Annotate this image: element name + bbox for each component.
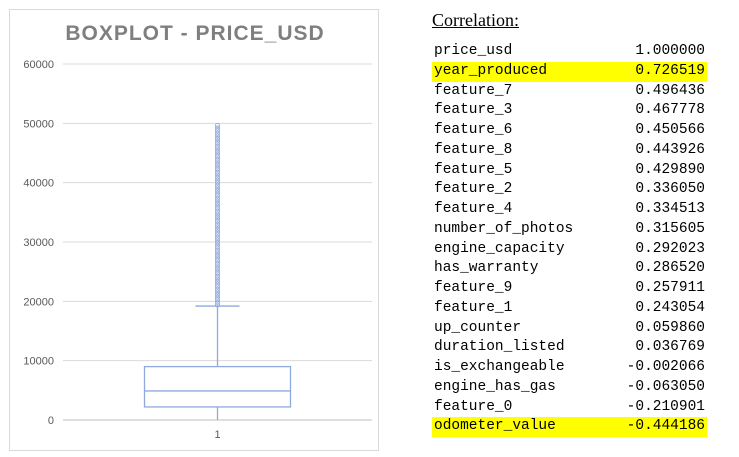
y-tick-label: 40000 <box>23 178 54 190</box>
correlation-feature-name: feature_7 <box>434 82 513 99</box>
correlation-value: 0.292023 <box>635 240 705 257</box>
correlation-row: year_produced 0.726519 <box>432 61 707 82</box>
correlation-row: feature_6 0.450566 <box>432 121 707 141</box>
correlation-row: number_of_photos 0.315605 <box>432 220 707 240</box>
correlation-value: -0.444186 <box>626 418 705 435</box>
correlation-feature-name: feature_3 <box>434 102 513 119</box>
correlation-value: -0.210901 <box>626 398 705 415</box>
correlation-value: 0.726519 <box>635 62 705 79</box>
correlation-feature-name: odometer_value <box>434 418 556 435</box>
correlation-row: feature_8 0.443926 <box>432 141 707 161</box>
correlation-value: 0.336050 <box>635 181 705 198</box>
y-tick-label: 60000 <box>23 59 54 71</box>
correlation-feature-name: feature_2 <box>434 181 513 198</box>
y-tick-label: 10000 <box>23 356 54 368</box>
correlation-panel: Correlation: price_usd 1.000000 year_produ… <box>432 8 732 448</box>
correlation-value: 0.450566 <box>635 122 705 138</box>
correlation-title: Correlation: <box>432 10 519 30</box>
correlation-row: is_exchangeable -0.002066 <box>432 358 707 378</box>
x-tick-label: 1 <box>214 429 220 441</box>
correlation-feature-name: year_produced <box>434 62 548 79</box>
correlation-row: has_warranty 0.286520 <box>432 259 707 279</box>
correlation-feature-name: feature_4 <box>434 201 513 217</box>
correlation-value: 0.059860 <box>635 319 705 336</box>
correlation-feature-name: feature_0 <box>434 398 513 415</box>
outlier-point <box>214 122 221 129</box>
correlation-row: up_counter 0.059860 <box>432 319 707 339</box>
correlation-row: feature_5 0.429890 <box>432 161 707 181</box>
correlation-value: 0.467778 <box>635 102 705 119</box>
correlation-feature-name: has_warranty <box>434 260 539 277</box>
correlation-feature-name: engine_capacity <box>434 240 565 257</box>
chart-title: BOXPLOT - PRICE_USD <box>65 22 325 45</box>
boxplot-chart: BOXPLOT - PRICE_USD 0 10000 20000 30000 4000… <box>9 9 379 451</box>
correlation-feature-name: price_usd <box>434 43 513 59</box>
correlation-value: 1.000000 <box>635 43 705 59</box>
correlation-row: feature_4 0.334513 <box>432 200 707 220</box>
y-tick-label: 20000 <box>23 296 54 308</box>
correlation-feature-name: feature_9 <box>434 280 513 296</box>
correlation-feature-name: duration_listed <box>434 339 565 356</box>
boxplot-svg: 0 10000 20000 30000 40000 50000 60000 1 <box>23 59 372 441</box>
correlation-value: 0.496436 <box>635 82 705 99</box>
correlation-row: feature_9 0.257911 <box>432 279 707 299</box>
correlation-feature-name: feature_1 <box>434 299 513 316</box>
correlation-feature-name: up_counter <box>434 319 522 336</box>
correlation-row: odometer_value -0.444186 <box>432 417 707 437</box>
correlation-row: duration_listed 0.036769 <box>432 338 707 358</box>
correlation-value: 0.315605 <box>635 220 705 237</box>
correlation-row: price_usd 1.000000 <box>432 42 707 62</box>
correlation-value: -0.002066 <box>626 359 705 375</box>
correlation-row: feature_2 0.336050 <box>432 180 707 200</box>
correlation-row: feature_0 -0.210901 <box>432 398 707 418</box>
correlation-row: feature_7 0.496436 <box>432 82 707 102</box>
correlation-feature-name: is_exchangeable <box>434 359 565 375</box>
correlation-value: 0.429890 <box>635 161 705 178</box>
y-tick-label: 30000 <box>23 237 54 249</box>
correlation-feature-name: number_of_photos <box>434 220 574 237</box>
correlation-feature-name: feature_6 <box>434 122 513 138</box>
correlation-feature-name: feature_8 <box>434 141 513 158</box>
correlation-value: 0.243054 <box>635 299 705 316</box>
correlation-row: engine_capacity 0.292023 <box>432 240 707 260</box>
y-tick-label: 50000 <box>23 118 54 130</box>
correlation-value: 0.257911 <box>635 280 705 296</box>
correlation-value: 0.334513 <box>635 201 705 217</box>
correlation-row: feature_1 0.243054 <box>432 299 707 319</box>
correlation-row: feature_3 0.467778 <box>432 101 707 121</box>
iqr-box <box>143 365 292 408</box>
correlation-row: engine_has_gas -0.063050 <box>432 378 707 398</box>
correlation-feature-name: engine_has_gas <box>434 378 556 395</box>
correlation-value: -0.063050 <box>626 378 705 395</box>
correlation-value: 0.286520 <box>635 260 705 277</box>
correlation-feature-name: feature_5 <box>434 161 513 178</box>
correlation-value: 0.443926 <box>635 141 705 158</box>
correlation-value: 0.036769 <box>635 339 705 356</box>
correlation-list: price_usd 1.000000 year_produced 0.726519 fe… <box>432 42 732 437</box>
y-tick-label: 0 <box>48 415 54 427</box>
